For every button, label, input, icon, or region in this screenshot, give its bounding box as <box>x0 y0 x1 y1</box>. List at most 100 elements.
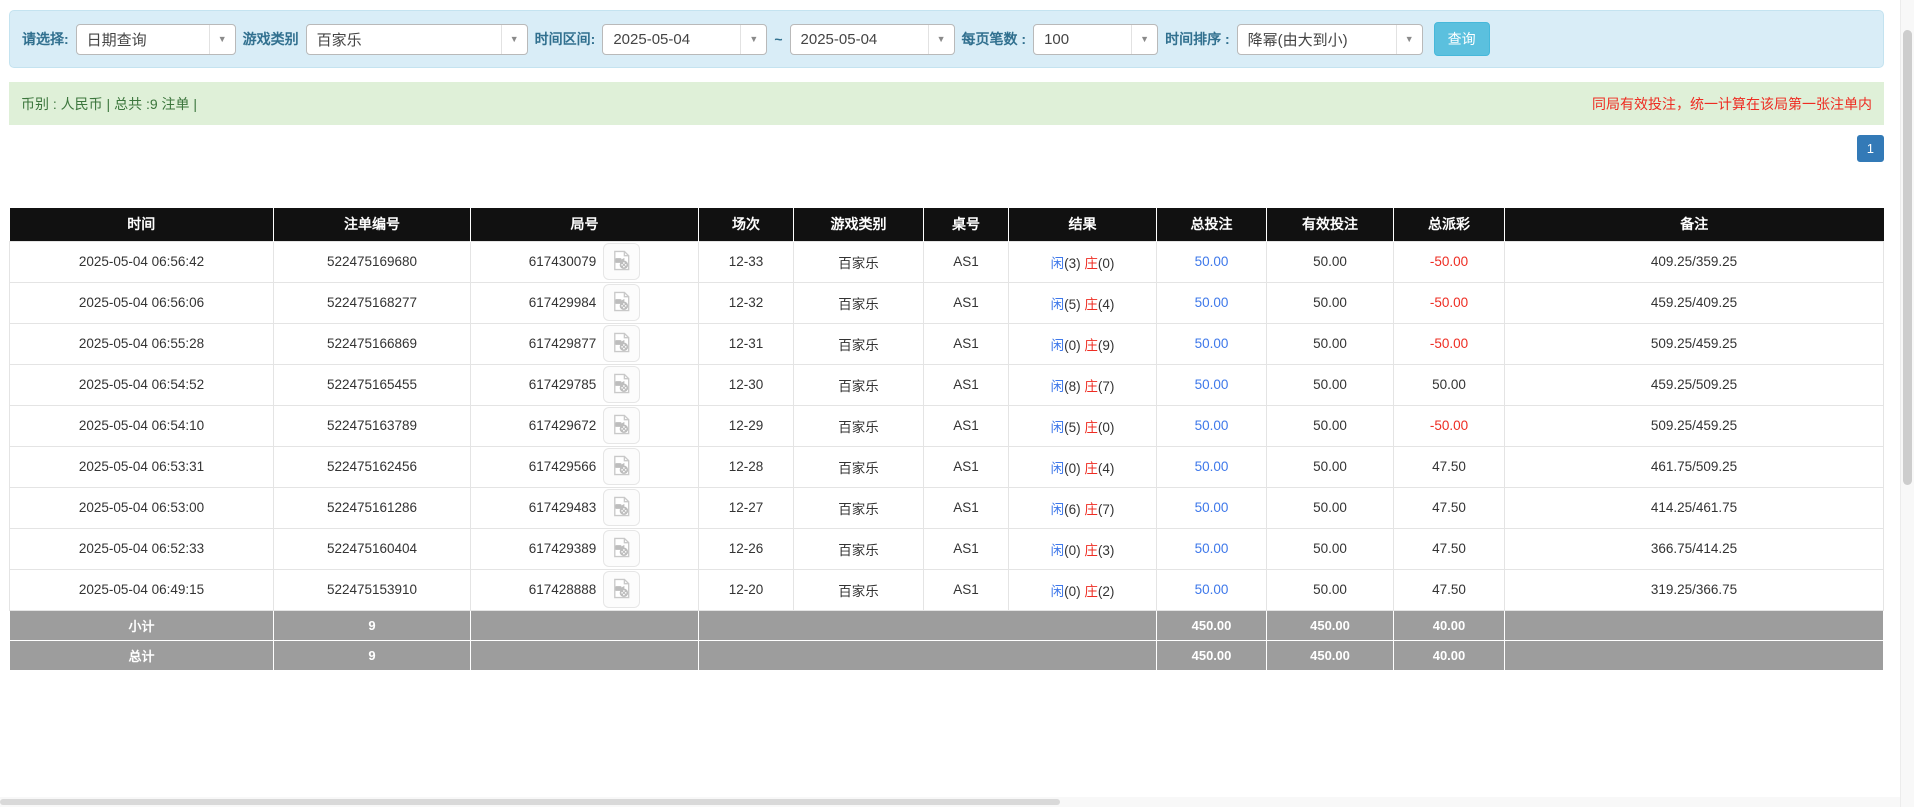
subtotal-empty-middle <box>699 610 1157 640</box>
total-bet-link[interactable]: 50.00 <box>1195 541 1229 556</box>
video-file-icon <box>610 413 633 439</box>
page-size-value: 100 <box>1034 31 1079 48</box>
time-range-label: 时间区间: <box>535 29 596 49</box>
column-header: 时间 <box>10 208 274 241</box>
total-bet-link[interactable]: 50.00 <box>1195 254 1229 269</box>
chevron-down-icon[interactable]: ▼ <box>209 25 235 54</box>
cell-valid-bet: 50.00 <box>1267 446 1394 487</box>
cell-round: 617429483 <box>471 487 699 528</box>
cell-payout: -50.00 <box>1394 282 1505 323</box>
horizontal-scrollbar-thumb[interactable] <box>0 799 1060 805</box>
cell-session: 12-33 <box>699 241 794 282</box>
time-sort-value: 降幂(由大到小) <box>1238 29 1358 50</box>
video-replay-button[interactable] <box>603 489 640 526</box>
cell-game-type: 百家乐 <box>794 364 924 405</box>
cell-valid-bet: 50.00 <box>1267 323 1394 364</box>
chevron-down-icon[interactable]: ▼ <box>740 25 766 54</box>
vertical-scrollbar[interactable] <box>1900 0 1914 807</box>
column-header: 桌号 <box>924 208 1009 241</box>
cell-total-bet: 50.00 <box>1157 323 1267 364</box>
video-replay-button[interactable] <box>603 325 640 362</box>
video-file-icon <box>610 536 633 562</box>
query-type-select[interactable]: 日期查询 ▼ <box>76 24 236 55</box>
player-result-score: (6) <box>1064 502 1081 517</box>
table-row: 2025-05-04 06:53:31522475162456617429566… <box>10 446 1884 487</box>
same-round-notice: 同局有效投注，统一计算在该局第一张注单内 <box>1592 94 1872 114</box>
time-sort-select[interactable]: 降幂(由大到小) ▼ <box>1237 24 1423 55</box>
total-bet-link[interactable]: 50.00 <box>1195 459 1229 474</box>
chevron-down-icon[interactable]: ▼ <box>928 25 954 54</box>
total-valid-bet: 450.00 <box>1267 640 1394 670</box>
player-result-label: 闲 <box>1051 256 1065 271</box>
page-size-label: 每页笔数 : <box>962 29 1027 49</box>
cell-result: 闲(0) 庄(2) <box>1009 569 1157 610</box>
banker-result-score: (4) <box>1098 297 1115 312</box>
player-result-score: (0) <box>1064 461 1081 476</box>
vertical-scrollbar-thumb[interactable] <box>1903 30 1912 485</box>
table-body: 2025-05-04 06:56:42522475169680617430079… <box>10 241 1884 670</box>
search-button[interactable]: 查询 <box>1434 22 1490 56</box>
cell-round: 617429984 <box>471 282 699 323</box>
banker-result-label: 庄 <box>1084 256 1098 271</box>
date-to-select[interactable]: 2025-05-04 ▼ <box>790 24 955 55</box>
total-bet-link[interactable]: 50.00 <box>1195 582 1229 597</box>
cell-time: 2025-05-04 06:56:06 <box>10 282 274 323</box>
game-type-select[interactable]: 百家乐 ▼ <box>306 24 528 55</box>
banker-result-score: (0) <box>1098 256 1115 271</box>
cell-remark: 461.75/509.25 <box>1505 446 1884 487</box>
cell-total-bet: 50.00 <box>1157 569 1267 610</box>
total-empty-middle <box>699 640 1157 670</box>
cell-table-number: AS1 <box>924 528 1009 569</box>
cell-time: 2025-05-04 06:49:15 <box>10 569 274 610</box>
payout-value: 47.50 <box>1432 500 1466 515</box>
cell-session: 12-30 <box>699 364 794 405</box>
banker-result-score: (9) <box>1098 338 1115 353</box>
player-result-label: 闲 <box>1051 461 1065 476</box>
cell-valid-bet: 50.00 <box>1267 405 1394 446</box>
payout-value: -50.00 <box>1430 295 1468 310</box>
cell-game-type: 百家乐 <box>794 487 924 528</box>
total-bet-link[interactable]: 50.00 <box>1195 377 1229 392</box>
chevron-down-icon[interactable]: ▼ <box>501 25 527 54</box>
cell-game-type: 百家乐 <box>794 323 924 364</box>
banker-result-label: 庄 <box>1084 338 1098 353</box>
video-replay-button[interactable] <box>603 407 640 444</box>
total-bet-link[interactable]: 50.00 <box>1195 336 1229 351</box>
table-row: 2025-05-04 06:56:06522475168277617429984… <box>10 282 1884 323</box>
page-1-button[interactable]: 1 <box>1857 135 1884 162</box>
cell-result: 闲(0) 庄(4) <box>1009 446 1157 487</box>
cell-bet-number: 522475162456 <box>274 446 471 487</box>
video-replay-button[interactable] <box>603 243 640 280</box>
table-row: 2025-05-04 06:54:52522475165455617429785… <box>10 364 1884 405</box>
banker-result-score: (7) <box>1098 502 1115 517</box>
table-row: 2025-05-04 06:54:10522475163789617429672… <box>10 405 1884 446</box>
column-header: 注单编号 <box>274 208 471 241</box>
video-replay-button[interactable] <box>603 284 640 321</box>
page-size-select[interactable]: 100 ▼ <box>1033 24 1158 55</box>
cell-valid-bet: 50.00 <box>1267 487 1394 528</box>
cell-game-type: 百家乐 <box>794 528 924 569</box>
video-file-icon <box>610 372 633 398</box>
player-result-label: 闲 <box>1051 502 1065 517</box>
chevron-down-icon[interactable]: ▼ <box>1131 25 1157 54</box>
video-replay-button[interactable] <box>603 448 640 485</box>
table-row: 2025-05-04 06:53:00522475161286617429483… <box>10 487 1884 528</box>
player-result-label: 闲 <box>1051 584 1065 599</box>
date-from-select[interactable]: 2025-05-04 ▼ <box>602 24 767 55</box>
cell-valid-bet: 50.00 <box>1267 528 1394 569</box>
video-replay-button[interactable] <box>603 530 640 567</box>
total-bet-link[interactable]: 50.00 <box>1195 500 1229 515</box>
column-header: 总投注 <box>1157 208 1267 241</box>
cell-payout: 47.50 <box>1394 446 1505 487</box>
video-replay-button[interactable] <box>603 366 640 403</box>
horizontal-scrollbar[interactable] <box>0 797 1900 807</box>
subtotal-empty-remark <box>1505 610 1884 640</box>
total-bet-link[interactable]: 50.00 <box>1195 295 1229 310</box>
chevron-down-icon[interactable]: ▼ <box>1396 25 1422 54</box>
tilde-separator: ~ <box>774 31 782 47</box>
total-bet-link[interactable]: 50.00 <box>1195 418 1229 433</box>
video-replay-button[interactable] <box>603 571 640 608</box>
cell-payout: -50.00 <box>1394 241 1505 282</box>
total-row: 总计9450.00450.0040.00 <box>10 640 1884 670</box>
cell-round: 617429389 <box>471 528 699 569</box>
